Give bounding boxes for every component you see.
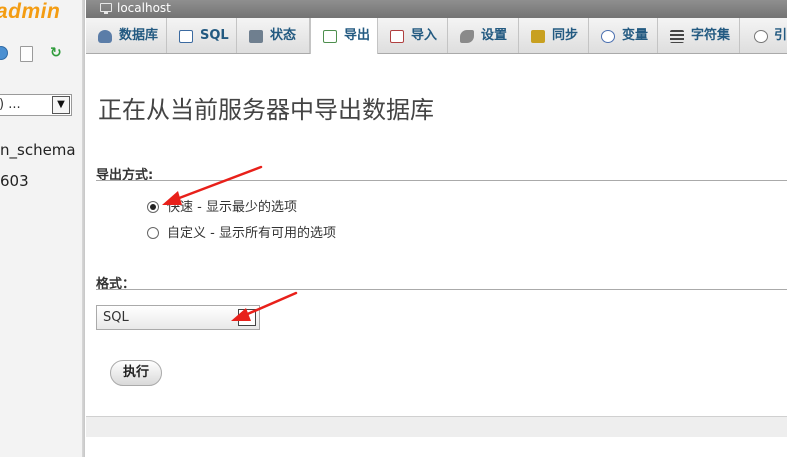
annotation-arrow	[162, 165, 263, 205]
annotation-arrows	[162, 165, 298, 321]
annotation-arrow	[231, 291, 298, 321]
